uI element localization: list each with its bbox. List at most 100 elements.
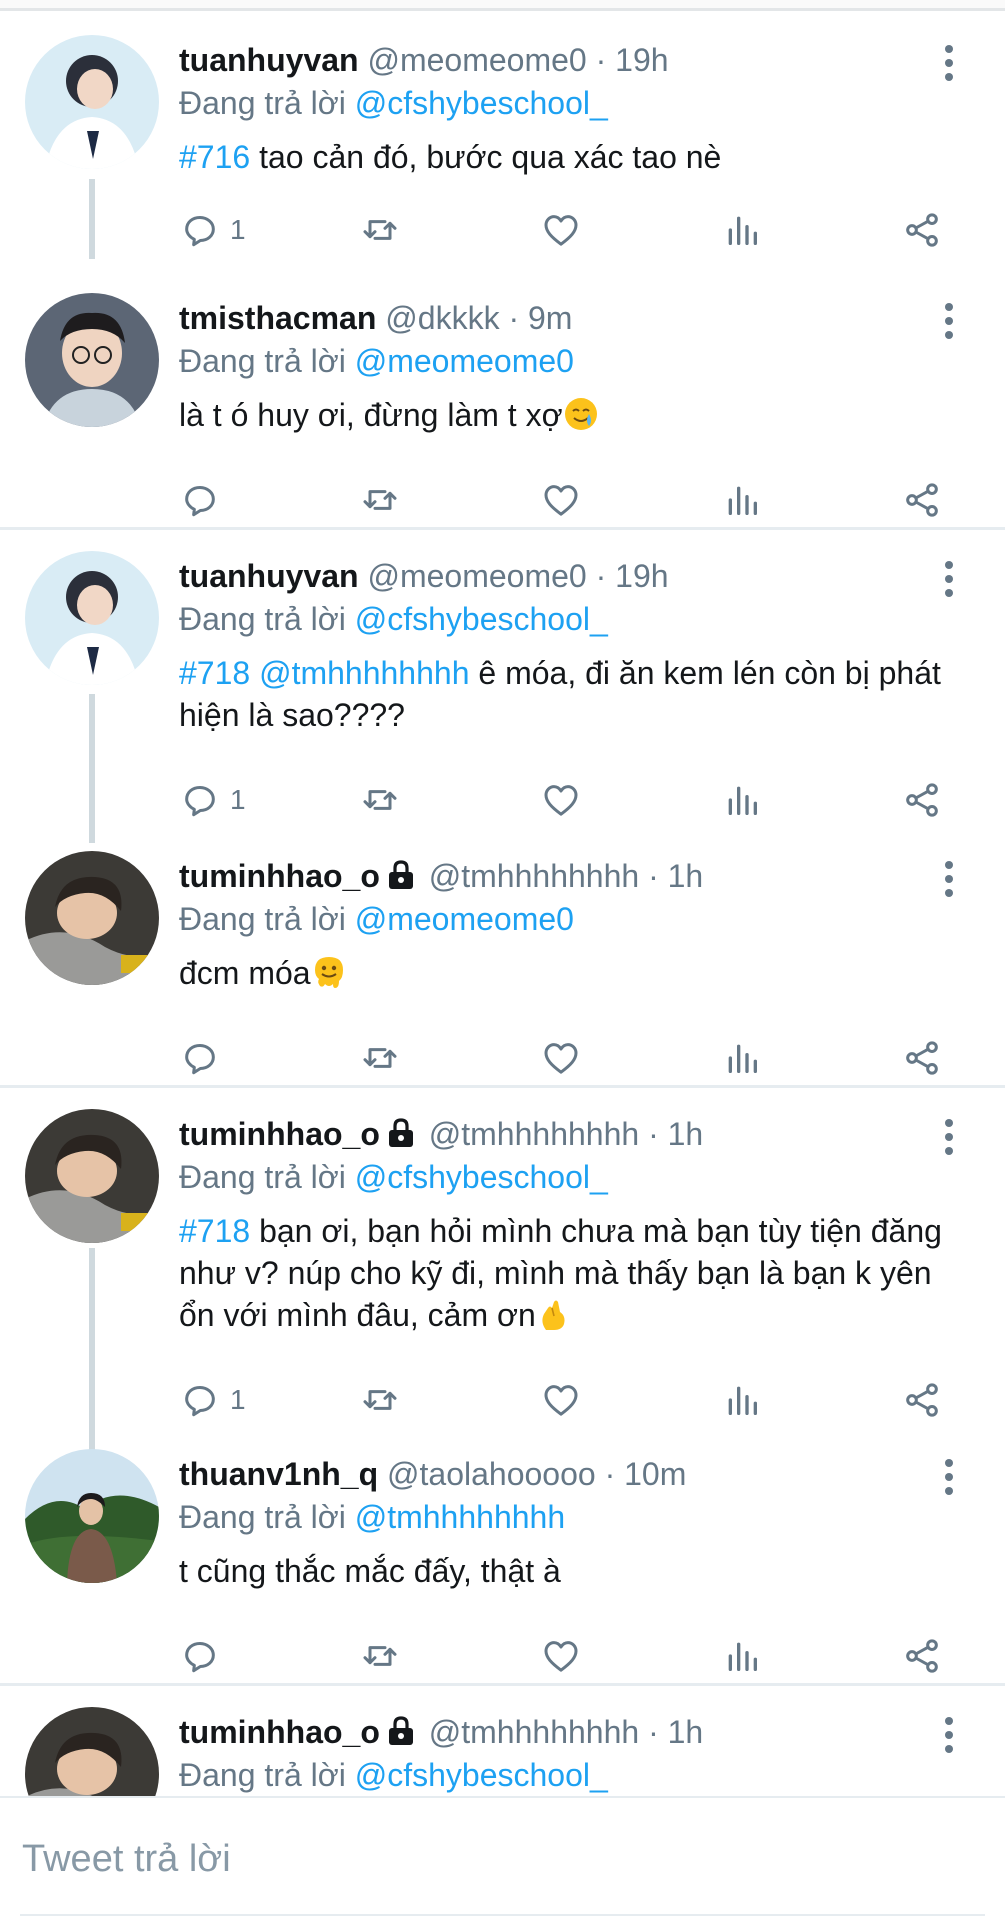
like-icon: [544, 785, 578, 816]
tweet-text: #718 @tmhhhhhhhh ê móa, đi ăn kem lén cò…: [179, 652, 959, 736]
share-button[interactable]: [902, 1375, 942, 1425]
avatar[interactable]: [25, 293, 159, 427]
replying-to-mention[interactable]: @meomeome0: [355, 901, 574, 937]
analytics-icon: [728, 1386, 757, 1415]
like-button[interactable]: [541, 1631, 581, 1681]
replying-to-mention[interactable]: @tmhhhhhhhh: [355, 1499, 565, 1535]
reply-button[interactable]: 1: [180, 1375, 246, 1425]
display-name[interactable]: thuanv1nh_q: [179, 1456, 378, 1492]
username[interactable]: @taolahooooo: [387, 1456, 596, 1492]
retweet-button[interactable]: [360, 1375, 400, 1425]
analytics-button[interactable]: [722, 775, 762, 825]
tweet[interactable]: tuanhuyvan @meomeome0 · 19h Đang trả lời…: [0, 527, 1005, 827]
avatar[interactable]: [25, 35, 159, 169]
separator-dot: ·: [604, 1456, 616, 1492]
display-name[interactable]: tuminhhao_o: [179, 1714, 380, 1750]
tweet-body: đcm móa: [179, 955, 311, 991]
more-icon[interactable]: [934, 45, 964, 85]
display-name[interactable]: tuminhhao_o: [179, 1116, 380, 1152]
avatar[interactable]: [25, 851, 159, 985]
more-icon[interactable]: [934, 561, 964, 601]
username[interactable]: @dkkkk: [385, 300, 499, 336]
share-button[interactable]: [902, 205, 942, 255]
analytics-button[interactable]: [722, 475, 762, 525]
tweet-body: t cũng thắc mắc đấy, thật à: [179, 1553, 561, 1589]
username[interactable]: @meomeome0: [367, 42, 586, 78]
timestamp[interactable]: 9m: [528, 300, 572, 336]
replying-to-mention[interactable]: @cfshybeschool_: [355, 601, 608, 637]
username[interactable]: @meomeome0: [367, 558, 586, 594]
like-button[interactable]: [541, 775, 581, 825]
share-button[interactable]: [902, 1631, 942, 1681]
like-button[interactable]: [541, 1033, 581, 1083]
more-icon[interactable]: [934, 1717, 964, 1757]
mention-link[interactable]: @tmhhhhhhhh: [250, 655, 469, 691]
like-button[interactable]: [541, 1375, 581, 1425]
analytics-icon: [728, 786, 757, 815]
tweet[interactable]: tuminhhao_o @tmhhhhhhhh · 1h Đang trả lờ…: [0, 1683, 1005, 1796]
reply-input[interactable]: [20, 1828, 984, 1890]
tweet[interactable]: tuanhuyvan @meomeome0 · 19h Đang trả lời…: [0, 11, 1005, 269]
avatar[interactable]: [25, 1109, 159, 1243]
tweet[interactable]: thuanv1nh_q @taolahooooo · 10m Đang trả …: [0, 1425, 1005, 1683]
retweet-button[interactable]: [360, 1033, 400, 1083]
timestamp[interactable]: 1h: [668, 1116, 704, 1152]
tweet-header: thuanv1nh_q @taolahooooo · 10m: [179, 1455, 686, 1493]
replying-to-mention[interactable]: @cfshybeschool_: [355, 1159, 608, 1195]
analytics-button[interactable]: [722, 1631, 762, 1681]
avatar[interactable]: [25, 1707, 159, 1796]
reply-button[interactable]: [180, 1033, 230, 1083]
replying-to-mention[interactable]: @cfshybeschool_: [355, 1757, 608, 1793]
hashtag-link[interactable]: #718: [179, 1213, 250, 1249]
retweet-button[interactable]: [360, 475, 400, 525]
retweet-button[interactable]: [360, 775, 400, 825]
reply-button[interactable]: 1: [180, 775, 246, 825]
like-button[interactable]: [541, 475, 581, 525]
timestamp[interactable]: 10m: [624, 1456, 686, 1492]
username[interactable]: @tmhhhhhhhh: [429, 858, 639, 894]
timestamp[interactable]: 1h: [668, 1714, 704, 1750]
display-name[interactable]: tuanhuyvan: [179, 42, 359, 78]
reply-button[interactable]: [180, 1631, 230, 1681]
reply-button[interactable]: 1: [180, 205, 246, 255]
replying-to-mention[interactable]: @meomeome0: [355, 343, 574, 379]
username[interactable]: @tmhhhhhhhh: [429, 1116, 639, 1152]
display-name[interactable]: tuanhuyvan: [179, 558, 359, 594]
tweet[interactable]: tuminhhao_o @tmhhhhhhhh · 1h Đang trả lờ…: [0, 1085, 1005, 1425]
replying-to-mention[interactable]: @cfshybeschool_: [355, 85, 608, 121]
reply-button[interactable]: [180, 475, 230, 525]
avatar[interactable]: [25, 1449, 159, 1583]
reply-thread-feed[interactable]: tuanhuyvan @meomeome0 · 19h Đang trả lời…: [0, 11, 1005, 1796]
tweet-text: #718 bạn ơi, bạn hỏi mình chưa mà bạn tù…: [179, 1210, 959, 1336]
more-icon[interactable]: [934, 303, 964, 343]
timestamp[interactable]: 19h: [615, 42, 668, 78]
timestamp[interactable]: 19h: [615, 558, 668, 594]
retweet-button[interactable]: [360, 1631, 400, 1681]
hashtag-link[interactable]: #718: [179, 655, 250, 691]
tweet-header: tuanhuyvan @meomeome0 · 19h: [179, 41, 669, 79]
timestamp[interactable]: 1h: [668, 858, 704, 894]
like-button[interactable]: [541, 205, 581, 255]
tweet[interactable]: tuminhhao_o @tmhhhhhhhh · 1h Đang trả lờ…: [0, 827, 1005, 1085]
analytics-button[interactable]: [722, 1033, 762, 1083]
more-icon[interactable]: [934, 1119, 964, 1159]
avatar[interactable]: [25, 551, 159, 685]
reply-icon: [185, 1386, 215, 1417]
share-button[interactable]: [902, 775, 942, 825]
display-name[interactable]: tmisthacman: [179, 300, 376, 336]
separator-dot: ·: [648, 1116, 659, 1152]
hashtag-link[interactable]: #716: [179, 139, 250, 175]
more-icon[interactable]: [934, 1459, 964, 1499]
tweet[interactable]: tmisthacman @dkkkk · 9m Đang trả lời @me…: [0, 269, 1005, 527]
more-icon[interactable]: [934, 861, 964, 901]
analytics-button[interactable]: [722, 1375, 762, 1425]
analytics-icon: [728, 1642, 757, 1671]
lock-icon: [388, 1118, 413, 1147]
display-name[interactable]: tuminhhao_o: [179, 858, 380, 894]
username[interactable]: @tmhhhhhhhh: [429, 1714, 639, 1750]
retweet-button[interactable]: [360, 205, 400, 255]
analytics-button[interactable]: [722, 205, 762, 255]
replying-to-line: Đang trả lời @cfshybeschool_: [179, 1755, 608, 1795]
share-button[interactable]: [902, 1033, 942, 1083]
share-button[interactable]: [902, 475, 942, 525]
